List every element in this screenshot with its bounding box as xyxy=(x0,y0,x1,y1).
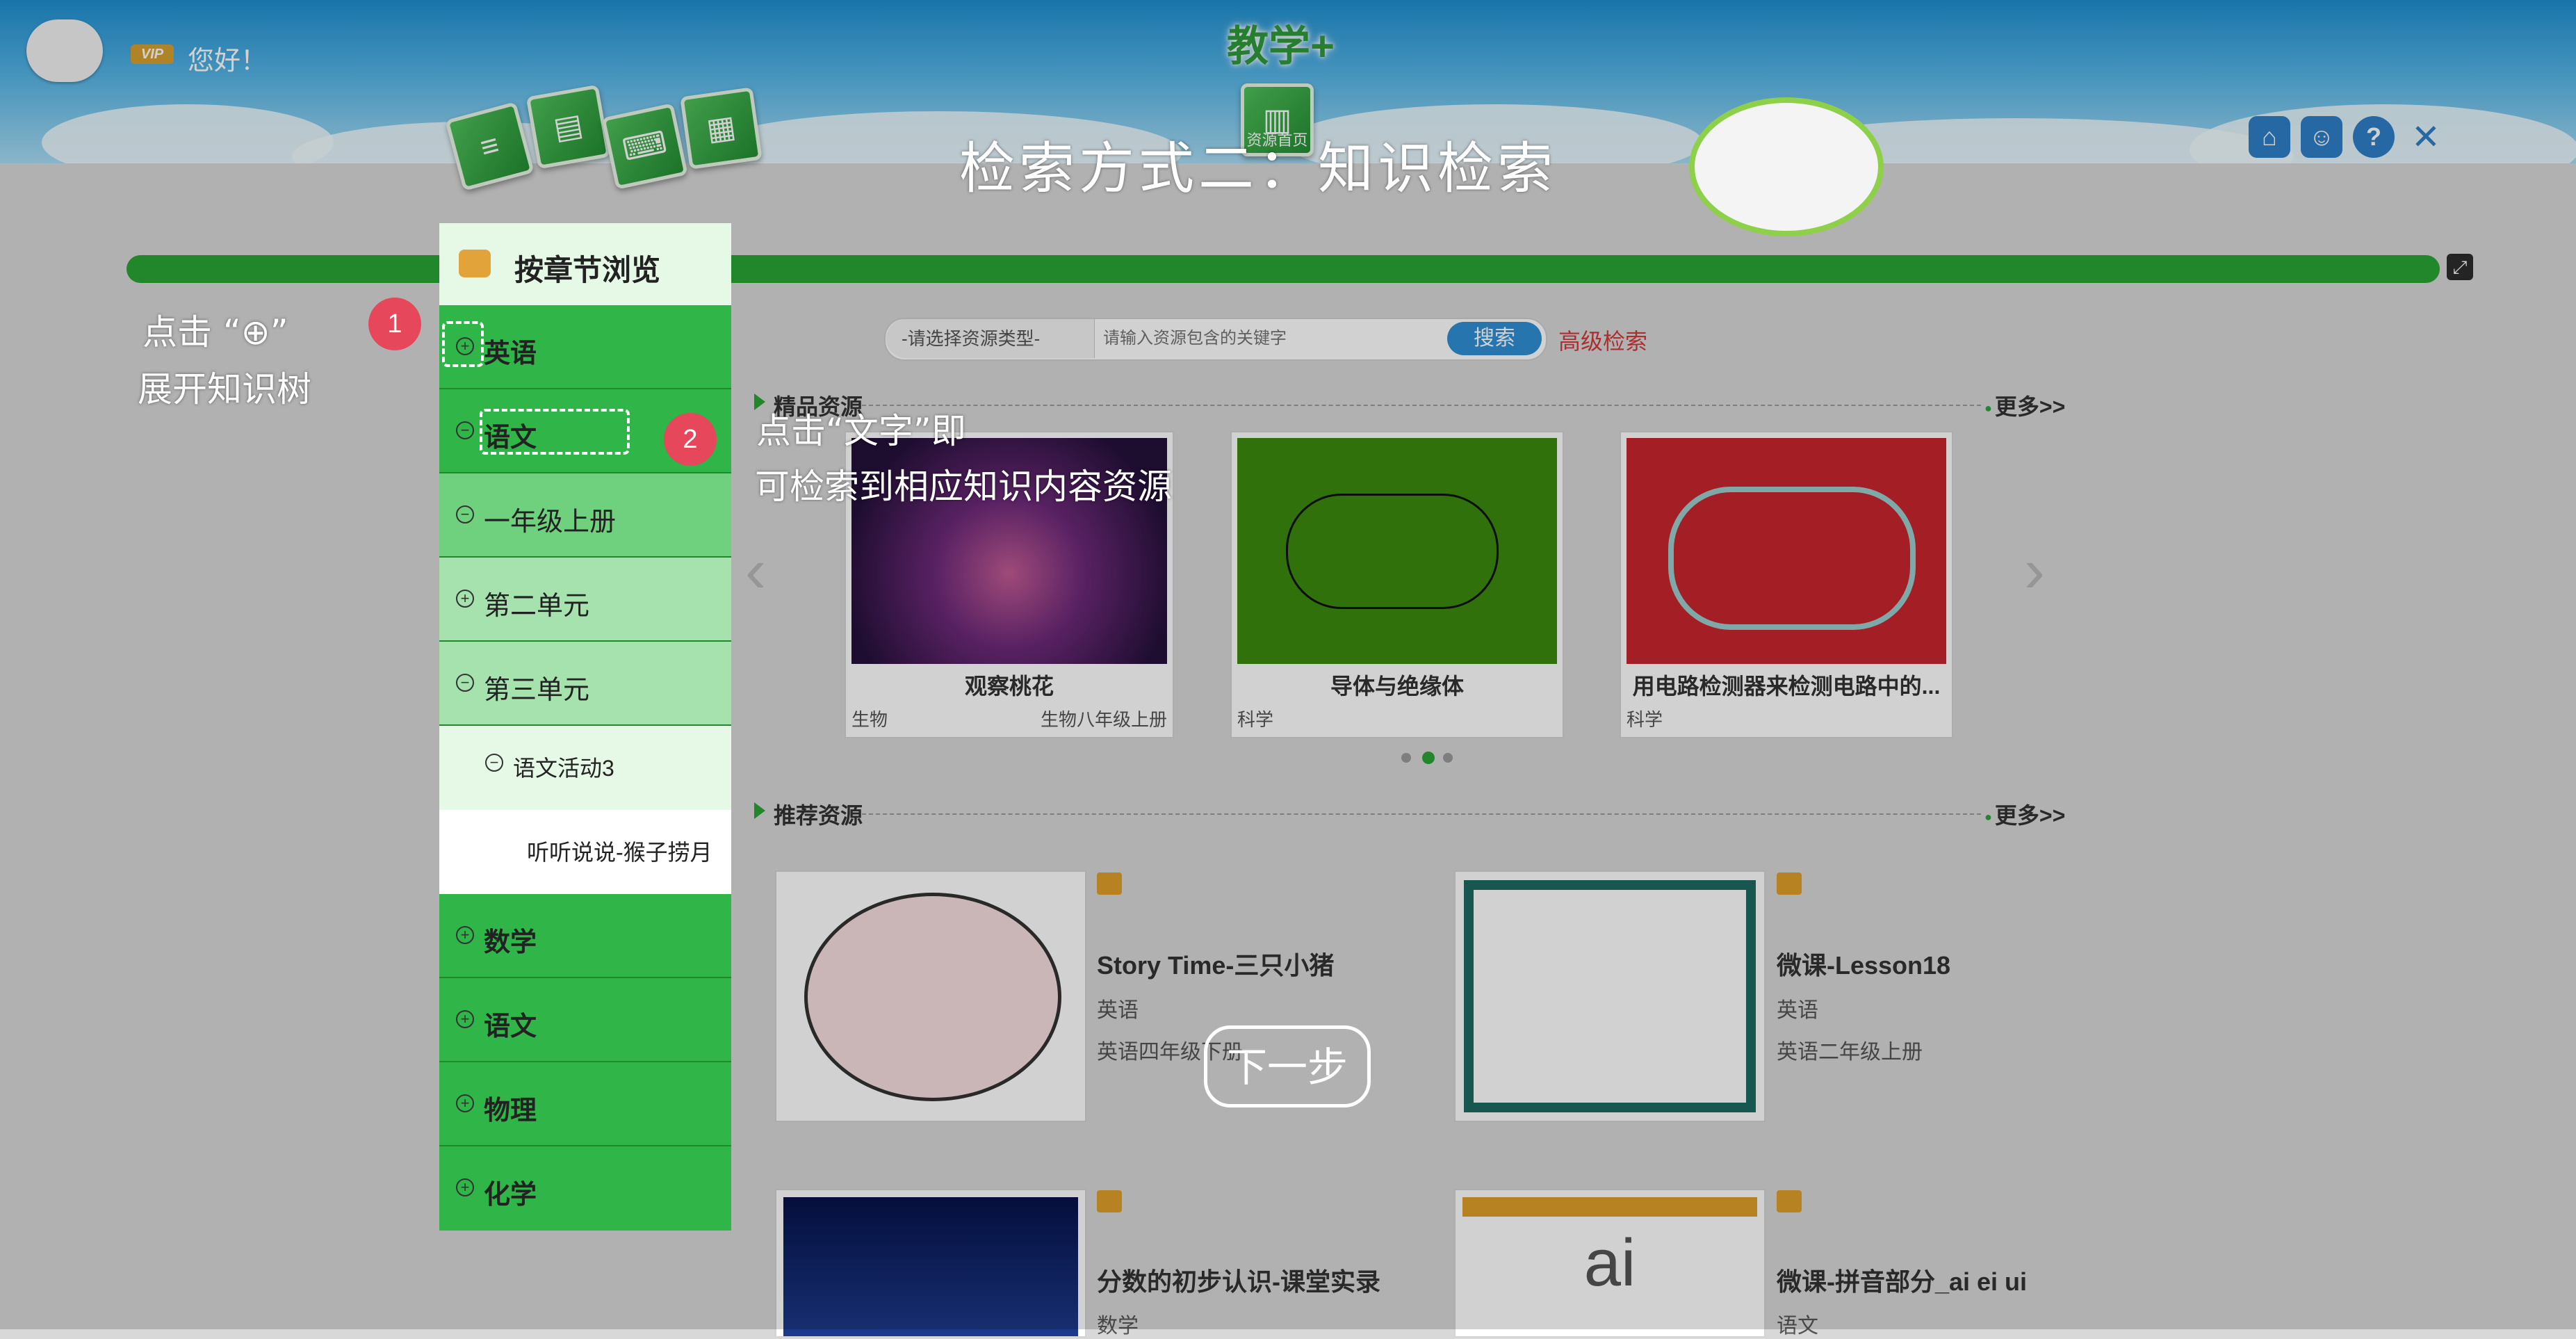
carousel-next-icon[interactable]: › xyxy=(2024,535,2045,607)
pinyin-thumbnail[interactable]: ai xyxy=(1454,1189,1766,1338)
step1-highlight xyxy=(442,321,484,367)
tree-node-math[interactable]: + 数学 xyxy=(439,894,731,978)
circuit-detector-thumbnail xyxy=(1627,438,1946,664)
help-icon[interactable]: ? xyxy=(2353,116,2395,158)
user-icon[interactable]: ☺ xyxy=(2301,116,2342,158)
expand-plus-icon[interactable]: + xyxy=(456,590,474,608)
keyword-search-input[interactable] xyxy=(1102,323,1438,355)
document-tile-icon[interactable]: ▤ xyxy=(525,84,611,170)
tree-leaf-label[interactable]: 听听说说-猴子捞月 xyxy=(527,835,712,867)
card-subject: 科学 xyxy=(1237,709,1274,730)
chapter-tree-panel: 按章节浏览 + 英语 − 语文 − 一年级上册 + 第二单元 − 第三单元 − … xyxy=(439,223,731,1236)
tree-node-label[interactable]: 第二单元 xyxy=(484,584,589,622)
video-icon xyxy=(1777,1190,1802,1212)
tree-node-activity3[interactable]: − 语文活动3 xyxy=(439,726,731,810)
fullscreen-icon[interactable]: ⤢ xyxy=(2447,254,2473,280)
divider xyxy=(862,813,1981,815)
featured-card[interactable]: 导体与绝缘体 科学 xyxy=(1230,431,1564,738)
step2-text-line2: 可检索到相应知识内容资源 xyxy=(755,466,1172,507)
tree-node-grade1-vol1[interactable]: − 一年级上册 xyxy=(439,473,731,558)
tree-node-label[interactable]: 英语 xyxy=(484,332,537,370)
tree-node-unit2[interactable]: + 第二单元 xyxy=(439,558,731,642)
rec-title[interactable]: 分数的初步认识-课堂实录 xyxy=(1097,1262,1380,1298)
resource-type-select[interactable]: -请选择资源类型- xyxy=(886,319,1095,358)
video-icon xyxy=(1097,873,1122,895)
collapse-minus-icon[interactable]: − xyxy=(485,754,503,772)
tree-node-label[interactable]: 数学 xyxy=(484,920,537,959)
tree-node-lesson[interactable]: 听听说说-猴子捞月 xyxy=(439,810,731,894)
rec-subject: 英语 xyxy=(1097,999,1139,1022)
rec-subject: 数学 xyxy=(1097,1315,1139,1338)
recommended-more-link[interactable]: 更多>> xyxy=(1984,798,2065,830)
close-icon[interactable]: ✕ xyxy=(2405,116,2447,158)
collapse-minus-icon[interactable]: − xyxy=(456,505,474,524)
step2-text-line1: 点击“文字”即 xyxy=(756,411,966,451)
rec-title[interactable]: 微课-Lesson18 xyxy=(1777,946,1950,982)
tree-header: 按章节浏览 xyxy=(439,223,731,305)
tree-node-unit3[interactable]: − 第三单元 xyxy=(439,642,731,726)
card-grade: 生物八年级上册 xyxy=(1040,709,1167,730)
featured-more-link[interactable]: 更多>> xyxy=(1984,389,2065,421)
card-title: 用电路检测器来检测电路中的... xyxy=(1632,674,1941,699)
search-button[interactable]: 搜索 xyxy=(1447,322,1542,355)
rec-title[interactable]: Story Time-三只小猪 xyxy=(1097,946,1334,982)
tree-node-label[interactable]: 化学 xyxy=(484,1173,537,1211)
user-avatar[interactable] xyxy=(26,19,103,82)
notes-tile-icon[interactable]: ▦ xyxy=(680,87,763,170)
expand-plus-icon[interactable]: + xyxy=(456,1178,474,1196)
step2-highlight xyxy=(480,409,630,455)
tree-header-icon xyxy=(459,250,491,277)
rec-grade: 英语二年级上册 xyxy=(1777,1041,1923,1064)
expand-plus-icon[interactable]: + xyxy=(456,1094,474,1112)
step1-text-line1: 点击 “⊕” xyxy=(142,312,288,352)
divider xyxy=(862,405,1981,406)
next-step-button[interactable]: 下一步 xyxy=(1204,1025,1371,1107)
lesson18-thumbnail[interactable] xyxy=(1454,870,1766,1122)
fraction-lesson-thumbnail[interactable] xyxy=(775,1189,1086,1338)
tree-header-label: 按章节浏览 xyxy=(514,254,661,286)
rec-subject: 英语 xyxy=(1777,999,1818,1022)
tree-node-label[interactable]: 语文 xyxy=(484,1005,537,1043)
featured-card[interactable]: 用电路检测器来检测电路中的... 科学 xyxy=(1620,431,1953,738)
carousel-dot-active[interactable] xyxy=(1422,752,1435,764)
carousel-dot[interactable] xyxy=(1443,753,1453,763)
card-subject: 生物 xyxy=(851,709,888,730)
tree-node-label[interactable]: 语文活动3 xyxy=(513,751,614,783)
home-icon[interactable]: ⌂ xyxy=(2249,116,2290,158)
card-subject: 科学 xyxy=(1627,709,1663,730)
expand-plus-icon[interactable]: + xyxy=(456,1010,474,1028)
card-title: 导体与绝缘体 xyxy=(1330,674,1464,699)
tree-node-chemistry[interactable]: + 化学 xyxy=(439,1146,731,1231)
video-icon xyxy=(1777,873,1802,895)
collapse-minus-icon[interactable]: − xyxy=(456,421,474,439)
tree-node-chinese-2[interactable]: + 语文 xyxy=(439,978,731,1062)
app-title: 教学+ xyxy=(1227,23,1335,70)
keyboard-tile-icon[interactable]: ⌨ xyxy=(601,103,688,190)
recommended-section-title: 推荐资源 xyxy=(754,798,863,830)
greeting-text: 您好！ xyxy=(188,47,268,76)
tree-node-label[interactable]: 物理 xyxy=(484,1089,537,1127)
circuit-thumbnail xyxy=(1237,438,1557,664)
step1-badge: 1 xyxy=(368,298,421,350)
step2-badge: 2 xyxy=(664,413,717,466)
video-icon xyxy=(1097,1190,1122,1212)
carousel-dot[interactable] xyxy=(1401,753,1411,763)
mascot-graphic xyxy=(1689,97,1884,236)
tree-node-label[interactable]: 一年级上册 xyxy=(484,500,616,538)
tree-node-physics[interactable]: + 物理 xyxy=(439,1062,731,1146)
carousel-prev-icon[interactable]: ‹ xyxy=(745,535,766,607)
card-title: 观察桃花 xyxy=(964,674,1054,699)
tree-node-label[interactable]: 第三单元 xyxy=(484,668,589,706)
pinyin-thumb-text: ai xyxy=(1583,1226,1636,1300)
rec-subject: 语文 xyxy=(1777,1315,1818,1338)
rec-title[interactable]: 微课-拼音部分_ai ei ui xyxy=(1777,1262,2027,1298)
expand-plus-icon[interactable]: + xyxy=(456,926,474,944)
advanced-search-link[interactable]: 高级检索 xyxy=(1558,324,1647,356)
step1-text-line2: 展开知识树 xyxy=(138,369,311,409)
tutorial-heading: 检索方式二：知识检索 xyxy=(959,136,1557,201)
vip-badge: VIP xyxy=(131,44,174,64)
collapse-minus-icon[interactable]: − xyxy=(456,674,474,692)
three-pigs-thumbnail[interactable] xyxy=(775,870,1086,1122)
